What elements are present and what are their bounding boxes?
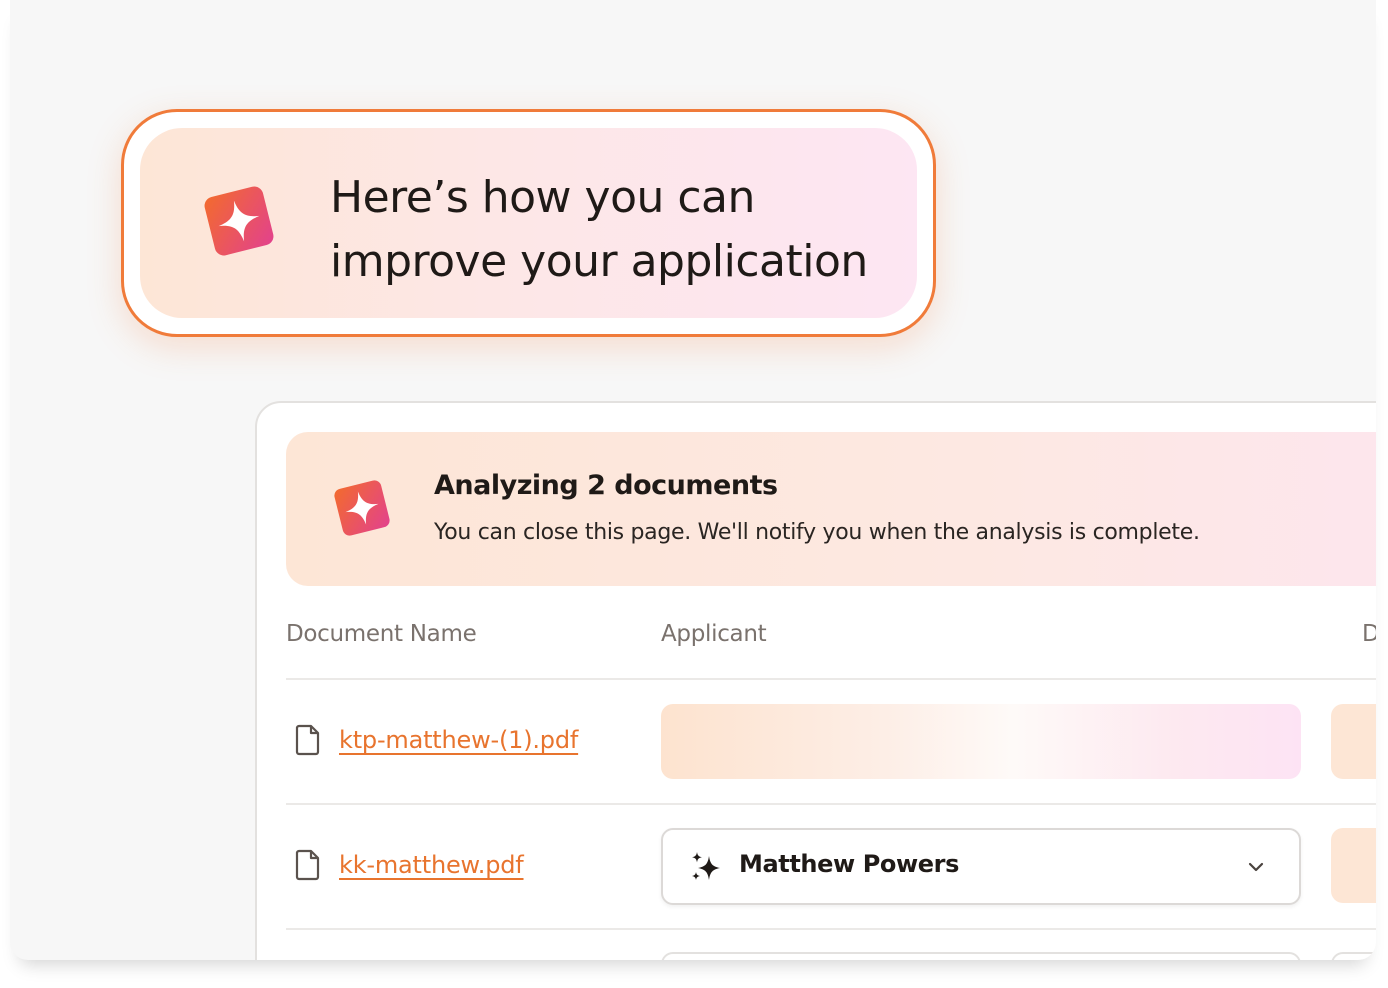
hero-line-1: Here’s how you can (330, 172, 755, 223)
column-header-document-name: Document Name (286, 621, 477, 647)
table-divider (286, 803, 1376, 805)
file-icon (295, 724, 320, 756)
banner-title: Analyzing 2 documents (434, 470, 778, 501)
screen-frame: Here’s how you can improve your applicat… (10, 0, 1376, 960)
document-link[interactable]: ktp-matthew-(1).pdf (339, 726, 578, 754)
document-link[interactable]: kk-matthew.pdf (339, 851, 524, 879)
analysis-banner: Analyzing 2 documents You can close this… (286, 432, 1376, 586)
hero-callout-inner: Here’s how you can improve your applicat… (140, 128, 917, 318)
table-row: kk-matthew.pdf (293, 848, 524, 882)
sparkle-badge-icon (204, 186, 274, 256)
table-divider (286, 928, 1376, 930)
column-header-truncated: D (1362, 621, 1376, 647)
chevron-down-icon (1248, 862, 1264, 872)
hero-line-2: improve your application (330, 236, 868, 287)
applicant-select-value: Matthew Powers (739, 850, 959, 878)
applicant-select-partial[interactable] (661, 952, 1301, 960)
applicant-loading-skeleton (661, 704, 1301, 779)
documents-card: Analyzing 2 documents You can close this… (255, 401, 1376, 960)
hero-callout: Here’s how you can improve your applicat… (121, 109, 936, 337)
sparkle-badge-icon (334, 480, 390, 536)
table-row: ktp-matthew-(1).pdf (293, 723, 578, 757)
applicant-select[interactable]: Matthew Powers (661, 828, 1301, 905)
table-divider (286, 678, 1376, 680)
sparkles-icon (692, 852, 720, 880)
column-cell-partial (1331, 952, 1376, 960)
file-icon (295, 849, 320, 881)
column-header-applicant: Applicant (661, 621, 767, 647)
column-loading-skeleton (1331, 828, 1376, 903)
hero-headline: Here’s how you can improve your applicat… (330, 166, 868, 294)
banner-subtitle: You can close this page. We'll notify yo… (434, 520, 1200, 545)
column-loading-skeleton (1331, 704, 1376, 779)
